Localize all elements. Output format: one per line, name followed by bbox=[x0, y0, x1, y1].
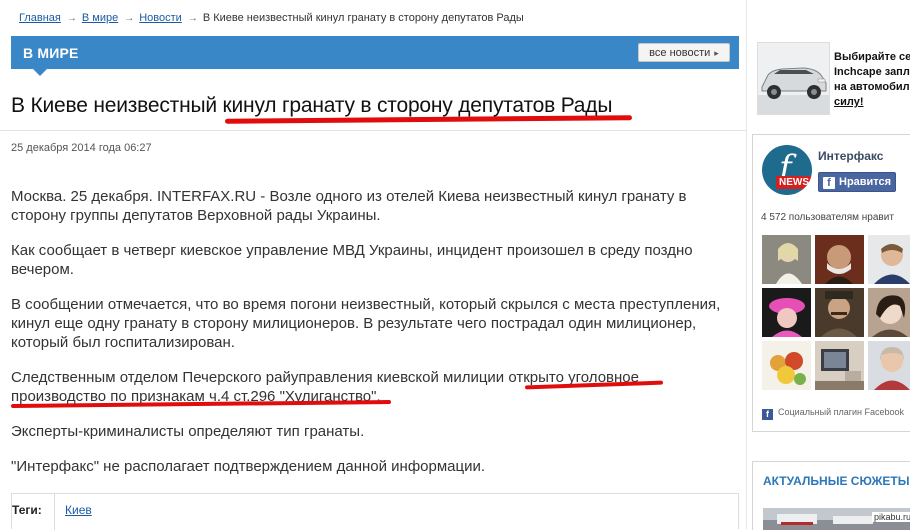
headline-text: В Киеве неизвестный bbox=[11, 94, 223, 117]
watermark: pikabu.ru bbox=[872, 512, 910, 522]
like-count: 4 572 пользователям нравит bbox=[761, 212, 894, 223]
interfax-logo[interactable]: f NEWS bbox=[762, 145, 812, 195]
breadcrumb-separator-icon: → bbox=[187, 13, 198, 24]
logo-news-badge: NEWS bbox=[776, 176, 812, 189]
tags-label: Теги: bbox=[12, 503, 42, 517]
all-news-label: все новости bbox=[649, 47, 711, 59]
tags-divider bbox=[54, 494, 55, 530]
like-label: Нравится bbox=[839, 176, 892, 188]
avatar[interactable] bbox=[868, 288, 910, 337]
car-image[interactable] bbox=[757, 42, 830, 115]
tag-link[interactable]: Киев bbox=[65, 503, 92, 517]
section-header: В МИРЕ все новости ▸ bbox=[11, 36, 739, 76]
article-body: Москва. 25 декабря. INTERFAX.RU - Возле … bbox=[11, 187, 731, 492]
all-news-button[interactable]: все новости ▸ bbox=[638, 43, 730, 62]
article-paragraph: Как сообщает в четверг киевское управлен… bbox=[11, 242, 693, 278]
column-divider bbox=[746, 0, 747, 529]
tags-bar: Теги: Киев bbox=[11, 493, 739, 530]
article-paragraph: В сообщении отмечается, что во время пог… bbox=[11, 296, 721, 351]
main-column: Главная → В мире → Новости → В Киеве неизвестн… bbox=[0, 0, 746, 530]
article-headline: В Киеве неизвестный кинул гранату в стор… bbox=[11, 94, 612, 118]
breadcrumb-separator-icon: → bbox=[124, 13, 135, 24]
section-notch bbox=[33, 69, 47, 76]
breadcrumb: Главная → В мире → Новости → В Киеве неизвестн… bbox=[19, 12, 524, 24]
ad-text[interactable]: Выбирайте се Inchcape запл на автомобил … bbox=[834, 50, 910, 110]
divider bbox=[0, 130, 746, 131]
avatar[interactable] bbox=[868, 235, 910, 284]
publish-date: 25 декабря 2014 года 06:27 bbox=[11, 142, 152, 154]
ad-banner[interactable]: Выбирайте се Inchcape запл на автомобил … bbox=[757, 42, 910, 116]
breadcrumb-separator-icon: → bbox=[66, 13, 77, 24]
avatar[interactable] bbox=[815, 288, 864, 337]
facebook-icon: f bbox=[823, 177, 835, 189]
like-button[interactable]: f Нравится bbox=[818, 172, 896, 192]
article-paragraph: Москва. 25 декабря. INTERFAX.RU - Возле … bbox=[11, 188, 687, 224]
breadcrumb-news-link[interactable]: Новости bbox=[139, 12, 182, 24]
avatar[interactable] bbox=[815, 235, 864, 284]
chevron-right-icon: ▸ bbox=[714, 48, 719, 58]
social-plugin-note: f Социальный плагин Facebook bbox=[762, 407, 904, 420]
avatar[interactable] bbox=[762, 235, 811, 284]
breadcrumb-current: В Киеве неизвестный кинул гранату в стор… bbox=[202, 12, 524, 24]
headline-marked-text: кинул гранату в сторону депутатов Рады bbox=[222, 94, 613, 117]
article-paragraph: "Интерфакс" не располагает подтверждение… bbox=[11, 458, 486, 475]
breadcrumb-world-link[interactable]: В мире bbox=[82, 12, 118, 24]
breadcrumb-home-link[interactable]: Главная bbox=[19, 12, 61, 24]
page-name-link[interactable]: Интерфакс bbox=[818, 149, 883, 163]
section-title: В МИРЕ bbox=[23, 45, 79, 61]
topics-title[interactable]: АКТУАЛЬНЫЕ СЮЖЕТЫ bbox=[763, 474, 909, 488]
avatar[interactable] bbox=[815, 341, 864, 390]
article-paragraph: Эксперты-криминалисты определяют тип гра… bbox=[11, 423, 365, 440]
avatar[interactable] bbox=[762, 288, 811, 337]
facebook-like-box: f NEWS Интерфакс f Нравится 4 572 пользов… bbox=[752, 134, 910, 432]
avatar[interactable] bbox=[868, 341, 910, 390]
facebook-icon: f bbox=[762, 409, 773, 420]
avatar[interactable] bbox=[762, 341, 811, 390]
